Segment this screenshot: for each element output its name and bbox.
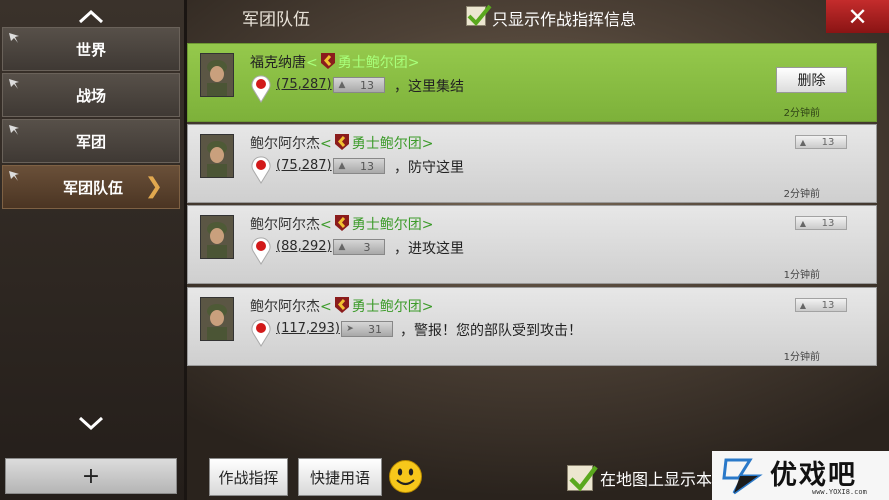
guild-name: 勇士鲍尔团 xyxy=(351,299,422,315)
scroll-down-chevron-icon[interactable] xyxy=(74,412,108,436)
coordinates-link[interactable]: (75,287) xyxy=(276,77,332,92)
troop-icon: ▲ xyxy=(799,218,807,228)
location-pin-icon[interactable] xyxy=(250,317,272,347)
avatar xyxy=(200,134,234,178)
tab-legion-team[interactable]: 军团队伍 ❯ xyxy=(2,165,180,209)
timestamp: 2分钟前 xyxy=(783,189,820,200)
close-icon: ✕ xyxy=(847,2,868,31)
guild-name: 勇士鲍尔团 xyxy=(351,217,422,233)
message-text: ，进攻这里 xyxy=(394,241,464,257)
guild-emblem-icon xyxy=(334,215,349,231)
tab-battlefield[interactable]: 战场 xyxy=(2,73,180,117)
close-button[interactable]: ✕ xyxy=(826,0,889,33)
pin-icon xyxy=(9,171,19,181)
tab-label: 世界 xyxy=(75,40,106,59)
location-pin-icon[interactable] xyxy=(250,235,272,265)
quick-phrases-button[interactable]: 快捷用语 xyxy=(298,458,382,496)
checkmark-icon xyxy=(467,4,492,26)
watermark-logo-icon xyxy=(722,458,763,495)
side-troop-badge: ▲ 13 xyxy=(795,298,847,312)
map-display-checkbox[interactable] xyxy=(567,465,598,492)
tab-label: 军团 xyxy=(75,132,106,151)
coordinates-link[interactable]: (117,293) xyxy=(276,321,340,336)
location-pin-icon[interactable] xyxy=(250,73,272,103)
filter-checkbox[interactable] xyxy=(466,4,492,26)
troop-badge: ▲ 13 xyxy=(333,77,385,93)
side-troop-badge: ▲ 13 xyxy=(795,216,847,230)
location-pin-icon[interactable] xyxy=(250,154,272,184)
troop-badge: ▲ 3 xyxy=(333,239,385,255)
message-text: ，防守这里 xyxy=(394,160,464,176)
sender-line: 鲍尔阿尔杰< 勇士鲍尔团> xyxy=(250,214,433,234)
sender-line: 鲍尔阿尔杰< 勇士鲍尔团> xyxy=(250,133,433,153)
filter-label: 只显示作战指挥信息 xyxy=(492,10,637,29)
scroll-up-chevron-icon[interactable] xyxy=(74,4,108,28)
pin-icon xyxy=(9,33,19,43)
troop-icon: ▲ xyxy=(338,161,346,171)
sender-name: 鲍尔阿尔杰 xyxy=(250,136,320,152)
sender-line: 福克纳唐< 勇士鲍尔团> xyxy=(250,52,419,72)
message-card[interactable]: 福克纳唐< 勇士鲍尔团> (75,287) ▲ 13 ，这里集结 删除 2分钟前 xyxy=(187,43,877,122)
guild-emblem-icon xyxy=(320,53,335,69)
timestamp: 1分钟前 xyxy=(783,270,820,281)
coordinates-link[interactable]: (75,287) xyxy=(276,158,332,173)
tab-label: 战场 xyxy=(75,86,106,105)
guild-name: 勇士鲍尔团 xyxy=(351,136,422,152)
troop-icon: ▲ xyxy=(338,242,346,252)
sidebar: 世界 战场 军团 军团队伍 ❯ + xyxy=(0,0,187,500)
side-troop-badge: ▲ 13 xyxy=(795,135,847,149)
message-card[interactable]: 鲍尔阿尔杰< 勇士鲍尔团> (75,287) ▲ 13 ，防守这里 ▲ 13 2分钟前 xyxy=(187,124,877,203)
tab-world[interactable]: 世界 xyxy=(2,27,180,71)
troop-icon: ➤ xyxy=(346,324,354,334)
watermark-text: 优戏吧 xyxy=(770,460,857,491)
pin-icon xyxy=(9,125,19,135)
avatar xyxy=(200,53,234,97)
watermark-url: www.YOXI8.com xyxy=(812,488,867,496)
pin-icon xyxy=(9,79,19,89)
page-title: 军团队伍 xyxy=(242,10,310,30)
avatar xyxy=(200,215,234,259)
troop-badge: ➤ 31 xyxy=(341,321,393,337)
sender-line: 鲍尔阿尔杰< 勇士鲍尔团> xyxy=(250,296,433,316)
troop-icon: ▲ xyxy=(799,300,807,310)
sender-name: 鲍尔阿尔杰 xyxy=(250,299,320,315)
guild-emblem-icon xyxy=(334,134,349,150)
tab-legion[interactable]: 军团 xyxy=(2,119,180,163)
checkmark-icon xyxy=(569,465,598,492)
troop-badge: ▲ 13 xyxy=(333,158,385,174)
troop-icon: ▲ xyxy=(338,80,346,90)
timestamp: 2分钟前 xyxy=(783,108,820,119)
sender-name: 鲍尔阿尔杰 xyxy=(250,217,320,233)
message-text: ，警报！您的部队受到攻击！ xyxy=(400,323,582,339)
guild-name: 勇士鲍尔团 xyxy=(337,55,408,71)
message-card[interactable]: 鲍尔阿尔杰< 勇士鲍尔团> (88,292) ▲ 3 ，进攻这里 ▲ 13 1分钟前 xyxy=(187,205,877,284)
message-card[interactable]: 鲍尔阿尔杰< 勇士鲍尔团> (117,293) ➤ 31 ，警报！您的部队受到攻击！… xyxy=(187,287,877,366)
chevron-right-icon: ❯ xyxy=(144,174,163,199)
guild-emblem-icon xyxy=(334,297,349,313)
map-display-label: 在地图上显示本 xyxy=(600,470,713,489)
delete-button[interactable]: 删除 xyxy=(776,67,847,93)
coordinates-link[interactable]: (88,292) xyxy=(276,239,332,254)
sender-name: 福克纳唐 xyxy=(250,55,306,71)
message-text: ，这里集结 xyxy=(394,79,464,95)
timestamp: 1分钟前 xyxy=(783,352,820,363)
watermark: 优戏吧 www.YOXI8.com xyxy=(712,451,889,500)
troop-icon: ▲ xyxy=(799,137,807,147)
add-button[interactable]: + xyxy=(5,458,177,494)
emoji-smiley-icon[interactable] xyxy=(388,459,423,494)
battle-command-button[interactable]: 作战指挥 xyxy=(209,458,288,496)
tab-label: 军团队伍 xyxy=(63,178,124,197)
avatar xyxy=(200,297,234,341)
